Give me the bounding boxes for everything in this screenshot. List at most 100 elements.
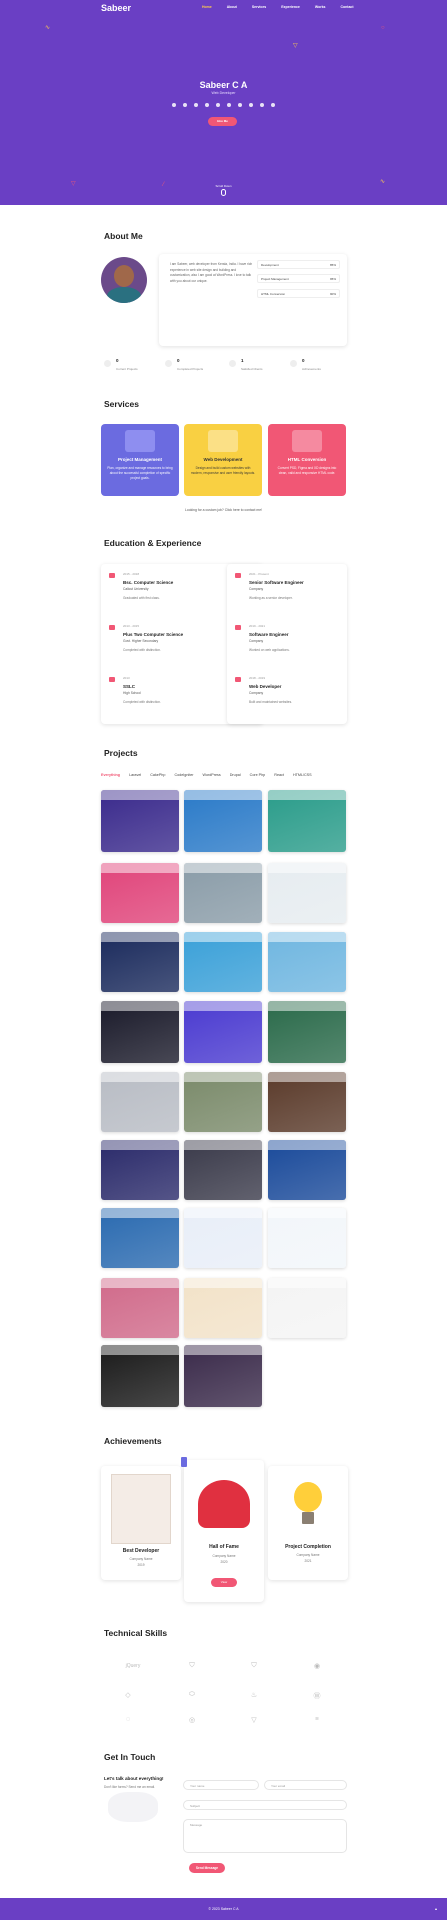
subject-field[interactable]: Subject <box>183 1800 347 1810</box>
nav-link-home[interactable]: Home <box>202 5 212 9</box>
graduation-icon <box>109 573 115 578</box>
hero-name: Sabeer C A <box>199 80 248 90</box>
dribbble-icon[interactable] <box>260 103 264 107</box>
about-title: About Me <box>104 231 143 241</box>
css3-icon: ⛉ <box>251 1662 257 1669</box>
graduation-icon <box>109 625 115 630</box>
hire-me-button[interactable]: Hire Me <box>208 117 237 126</box>
project-thumbnail[interactable] <box>268 1278 346 1338</box>
project-thumbnail[interactable] <box>184 790 262 852</box>
project-thumbnail[interactable] <box>184 1278 262 1338</box>
project-thumbnail[interactable] <box>101 1001 179 1063</box>
contact-title: Get In Touch <box>104 1752 156 1762</box>
project-thumbnail[interactable] <box>268 932 346 992</box>
project-thumbnail[interactable] <box>268 863 346 923</box>
project-thumbnail[interactable] <box>184 932 262 992</box>
filter-core-php[interactable]: Core Php <box>250 773 266 777</box>
medium-icon[interactable] <box>238 103 242 107</box>
github-icon[interactable] <box>216 103 220 107</box>
filter-wordpress[interactable]: WordPress <box>203 773 221 777</box>
nav-link-works[interactable]: Works <box>315 5 326 9</box>
project-thumbnail[interactable] <box>184 1208 262 1268</box>
project-thumbnail[interactable] <box>101 1140 179 1200</box>
decorative-circle: ○ <box>381 25 385 31</box>
name-field[interactable]: Your name <box>183 1780 259 1790</box>
cakephp-icon: ◎ <box>188 1717 196 1724</box>
project-thumbnail[interactable] <box>184 1072 262 1132</box>
project-thumbnail[interactable] <box>184 863 262 923</box>
contact-heading: Let's talk about everything! <box>104 1776 164 1781</box>
instagram-icon[interactable] <box>194 103 198 107</box>
filter-react[interactable]: React <box>274 773 284 777</box>
site-logo[interactable]: Sabeer <box>101 3 131 13</box>
decorative-triangle: ▽ <box>293 43 298 49</box>
skill-bar-project-management: Project Management 95% <box>257 274 340 283</box>
bookmark-icon <box>181 1457 187 1467</box>
filter-codeigniter[interactable]: CodeIgniter <box>174 773 193 777</box>
project-thumbnail[interactable] <box>101 1278 179 1338</box>
footer-copyright: © 2023 Sabeer C A <box>208 1907 239 1911</box>
scroll-top-icon[interactable]: ▴ <box>435 1898 437 1920</box>
projects-title: Projects <box>104 748 138 758</box>
youtube-icon[interactable] <box>227 103 231 107</box>
project-thumbnail[interactable] <box>184 1345 262 1407</box>
custom-job-note[interactable]: Looking for a custom job? Click here to … <box>0 508 447 512</box>
services-title: Services <box>104 399 139 409</box>
hero-role: Web Developer <box>211 91 236 95</box>
send-message-button[interactable]: Send Message <box>189 1863 225 1873</box>
filter-everything[interactable]: Everything <box>101 773 120 777</box>
behance-icon[interactable] <box>249 103 253 107</box>
project-thumbnail[interactable] <box>101 1345 179 1407</box>
nav-link-contact[interactable]: Contact <box>341 5 354 9</box>
project-thumbnail[interactable] <box>268 1001 346 1063</box>
skill-bar-development: Development 85% <box>257 260 340 269</box>
briefcase-icon <box>235 625 241 630</box>
filter-drupal[interactable]: Drupal <box>230 773 241 777</box>
nav-link-about[interactable]: About <box>227 5 237 9</box>
skill-bar-html-conversion: HTML Conversion 90% <box>257 289 340 298</box>
nav-link-services[interactable]: Services <box>252 5 266 9</box>
filter-laravel[interactable]: Laravel <box>129 773 141 777</box>
nav-links: Home About Services Experience Works Con… <box>202 5 368 9</box>
project-thumbnail[interactable] <box>101 863 179 923</box>
linkedin-icon[interactable] <box>205 103 209 107</box>
codeigniter-icon: ♨ <box>250 1692 258 1699</box>
top-nav: Sabeer Home About Services Experience Wo… <box>0 0 447 16</box>
experience-card: 2021 - Present Senior Software Engineer Co… <box>227 564 347 724</box>
avatar <box>101 257 147 303</box>
project-thumbnail[interactable] <box>268 1072 346 1132</box>
briefcase-icon <box>104 360 111 367</box>
project-thumbnail[interactable] <box>184 1001 262 1063</box>
twitter-icon[interactable] <box>183 103 187 107</box>
service-card-web-development: Web Development Design and build custom … <box>184 424 262 496</box>
web-development-illustration <box>208 430 238 452</box>
smile-icon <box>229 360 236 367</box>
laravel-icon: ≋ <box>314 1716 320 1722</box>
project-thumbnail[interactable] <box>101 1208 179 1268</box>
view-achievement-button[interactable]: View <box>211 1578 237 1587</box>
project-management-illustration <box>125 430 155 452</box>
project-thumbnail[interactable] <box>101 790 179 852</box>
project-thumbnail[interactable] <box>101 1072 179 1132</box>
git-icon: ◇ <box>125 1692 131 1699</box>
filter-html-css[interactable]: HTML/CSS <box>293 773 312 777</box>
nav-link-experience[interactable]: Experience <box>281 5 300 9</box>
project-thumbnail[interactable] <box>268 1140 346 1200</box>
social-links <box>172 103 275 107</box>
briefcase-icon <box>235 573 241 578</box>
message-field[interactable]: Message <box>183 1819 347 1853</box>
php-icon: ⬭ <box>189 1691 195 1698</box>
vue-icon: ▽ <box>251 1717 257 1724</box>
project-thumbnail[interactable] <box>268 790 346 852</box>
filter-cakephp[interactable]: CakePhp <box>150 773 165 777</box>
email-field[interactable]: Your email <box>264 1780 347 1790</box>
mouse-scroll-icon[interactable] <box>221 189 226 196</box>
project-thumbnail[interactable] <box>184 1140 262 1200</box>
facebook-icon[interactable] <box>172 103 176 107</box>
wordpress-icon: Ⓦ <box>313 1693 321 1700</box>
codepen-icon[interactable] <box>271 103 275 107</box>
project-thumbnail[interactable] <box>268 1208 346 1268</box>
world-map-image <box>108 1792 158 1822</box>
achievements-title: Achievements <box>104 1436 162 1446</box>
project-thumbnail[interactable] <box>101 932 179 992</box>
